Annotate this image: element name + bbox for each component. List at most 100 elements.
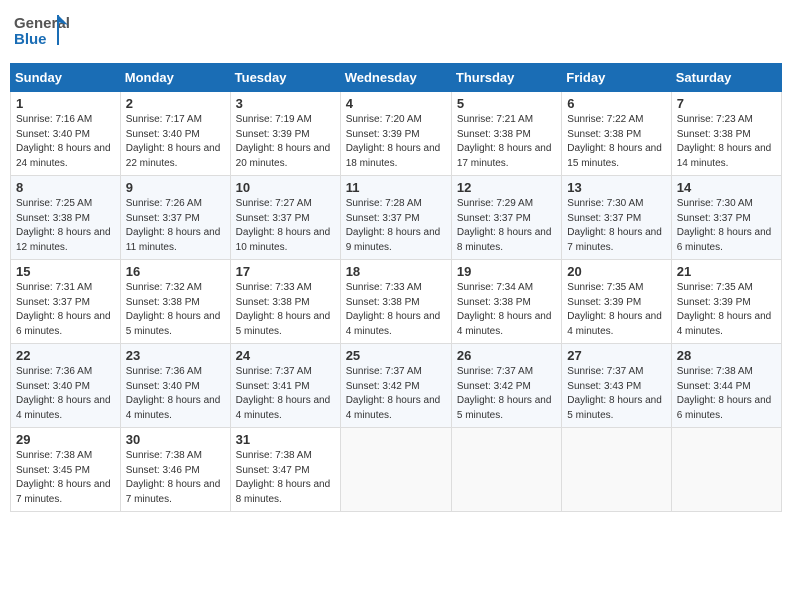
day-number: 30	[126, 432, 225, 447]
cell-info: Sunrise: 7:33 AMSunset: 3:38 PMDaylight:…	[236, 281, 335, 339]
day-number: 10	[236, 180, 335, 195]
sunrise-text: Sunrise: 7:27 AM	[236, 198, 312, 209]
calendar-header-tuesday: Tuesday	[230, 64, 340, 92]
calendar-cell: 21Sunrise: 7:35 AMSunset: 3:39 PMDayligh…	[671, 260, 781, 344]
sunset-text: Sunset: 3:39 PM	[677, 297, 751, 308]
sunrise-text: Sunrise: 7:23 AM	[677, 114, 753, 125]
sunrise-text: Sunrise: 7:20 AM	[346, 114, 422, 125]
calendar-cell: 13 Sunrise: 7:30 AMSunset: 3:37 PMDayligh…	[562, 176, 671, 260]
calendar-week-row: 15 Sunrise: 7:31 AMSunset: 3:37 PMDayligh…	[11, 260, 782, 344]
page-header: GeneralBlue	[10, 10, 782, 55]
calendar-cell: 5 Sunrise: 7:21 AMSunset: 3:38 PMDaylight…	[451, 92, 561, 176]
day-number: 7	[677, 96, 776, 111]
day-number: 9	[126, 180, 225, 195]
calendar-cell	[451, 428, 561, 512]
day-number: 12	[457, 180, 556, 195]
sunrise-text: Sunrise: 7:36 AM	[126, 366, 202, 377]
day-number: 14	[677, 180, 776, 195]
cell-info: Sunrise: 7:34 AMSunset: 3:38 PMDaylight:…	[457, 281, 556, 339]
sunrise-text: Sunrise: 7:21 AM	[457, 114, 533, 125]
day-number: 15	[16, 264, 115, 279]
sunrise-text: Sunrise: 7:38 AM	[126, 450, 202, 461]
sunrise-text: Sunrise: 7:33 AM	[346, 282, 422, 293]
cell-info: Sunrise: 7:35 AMSunset: 3:39 PMDaylight:…	[677, 281, 776, 339]
day-number: 3	[236, 96, 335, 111]
cell-info: Sunrise: 7:30 AMSunset: 3:37 PMDaylight:…	[677, 197, 776, 255]
calendar-cell: 9 Sunrise: 7:26 AMSunset: 3:37 PMDaylight…	[120, 176, 230, 260]
sunset-text: Sunset: 3:46 PM	[126, 465, 200, 476]
sunset-text: Sunset: 3:40 PM	[126, 129, 200, 140]
day-number: 18	[346, 264, 446, 279]
calendar-week-row: 22 Sunrise: 7:36 AM Sunset: 3:40 PM Dayligh…	[11, 344, 782, 428]
sunset-text: Sunset: 3:39 PM	[236, 129, 310, 140]
daylight-text: Daylight: 8 hours and 11 minutes.	[126, 227, 221, 253]
cell-info: Sunrise: 7:32 AMSunset: 3:38 PMDaylight:…	[126, 281, 225, 339]
calendar-cell: 11Sunrise: 7:28 AMSunset: 3:37 PMDayligh…	[340, 176, 451, 260]
logo: GeneralBlue	[14, 10, 69, 55]
calendar-cell: 30Sunrise: 7:38 AMSunset: 3:46 PMDayligh…	[120, 428, 230, 512]
calendar-header-wednesday: Wednesday	[340, 64, 451, 92]
sunrise-text: Sunrise: 7:33 AM	[236, 282, 312, 293]
day-number: 25	[346, 348, 446, 363]
sunset-text: Sunset: 3:40 PM	[16, 129, 90, 140]
calendar-cell: 12Sunrise: 7:29 AMSunset: 3:37 PMDayligh…	[451, 176, 561, 260]
calendar-header-friday: Friday	[562, 64, 671, 92]
daylight-text: Daylight: 8 hours and 5 minutes.	[457, 395, 552, 421]
cell-info: Sunrise: 7:37 AMSunset: 3:41 PMDaylight:…	[236, 365, 335, 423]
cell-info: Sunrise: 7:38 AMSunset: 3:46 PMDaylight:…	[126, 449, 225, 507]
calendar-week-row: 29Sunrise: 7:38 AMSunset: 3:45 PMDayligh…	[11, 428, 782, 512]
sunset-text: Sunset: 3:39 PM	[346, 129, 420, 140]
daylight-text: Daylight: 8 hours and 4 minutes.	[567, 311, 662, 337]
calendar-cell: 1Sunrise: 7:16 AMSunset: 3:40 PMDaylight…	[11, 92, 121, 176]
calendar-cell: 2Sunrise: 7:17 AMSunset: 3:40 PMDaylight…	[120, 92, 230, 176]
sunset-text: Sunset: 3:40 PM	[16, 381, 90, 392]
sunrise-text: Sunrise: 7:36 AM	[16, 366, 92, 377]
day-number: 5	[457, 96, 556, 111]
daylight-text: Daylight: 8 hours and 4 minutes.	[346, 395, 441, 421]
sunset-text: Sunset: 3:38 PM	[236, 297, 310, 308]
daylight-text: Daylight: 8 hours and 5 minutes.	[126, 311, 221, 337]
sunrise-text: Sunrise: 7:35 AM	[567, 282, 643, 293]
cell-info: Sunrise: 7:35 AM Sunset: 3:39 PM Daylight:…	[567, 281, 665, 339]
sunrise-text: Sunrise: 7:34 AM	[457, 282, 533, 293]
calendar-cell: 14 Sunrise: 7:30 AMSunset: 3:37 PMDayligh…	[671, 176, 781, 260]
daylight-text: Daylight: 8 hours and 9 minutes.	[346, 227, 441, 253]
cell-info: Sunrise: 7:37 AMSunset: 3:42 PMDaylight:…	[457, 365, 556, 423]
calendar-cell: 22Sunrise: 7:36 AMSunset: 3:40 PMDayligh…	[11, 344, 121, 428]
day-number: 22	[16, 348, 115, 363]
day-number: 8	[16, 180, 115, 195]
sunset-text: Sunset: 3:37 PM	[346, 213, 420, 224]
sunset-text: Sunset: 3:37 PM	[16, 297, 90, 308]
calendar-table: SundayMondayTuesdayWednesdayThursdayFrid…	[10, 63, 782, 512]
daylight-text: Daylight: 8 hours and 4 minutes.	[126, 395, 221, 421]
calendar-cell: 17Sunrise: 7:33 AMSunset: 3:38 PMDayligh…	[230, 260, 340, 344]
sunset-text: Sunset: 3:39 PM	[567, 297, 641, 308]
day-number: 16	[126, 264, 225, 279]
day-number: 20	[567, 264, 665, 279]
cell-info: Sunrise: 7:23 AMSunset: 3:38 PMDaylight:…	[677, 113, 776, 171]
daylight-text: Daylight: 8 hours and 14 minutes.	[677, 143, 772, 169]
sunrise-text: Sunrise: 7:38 AM	[236, 450, 312, 461]
calendar-cell: 25Sunrise: 7:37 AMSunset: 3:42 PMDayligh…	[340, 344, 451, 428]
calendar-week-row: 8 Sunrise: 7:25 AMSunset: 3:38 PMDaylight…	[11, 176, 782, 260]
cell-info: Sunrise: 7:26 AMSunset: 3:37 PMDaylight:…	[126, 197, 225, 255]
sunset-text: Sunset: 3:43 PM	[567, 381, 641, 392]
cell-info: Sunrise: 7:31 AMSunset: 3:37 PMDaylight:…	[16, 281, 115, 339]
sunset-text: Sunset: 3:42 PM	[457, 381, 531, 392]
day-number: 11	[346, 180, 446, 195]
daylight-text: Daylight: 8 hours and 15 minutes.	[567, 143, 662, 169]
calendar-cell: 31Sunrise: 7:38 AMSunset: 3:47 PMDayligh…	[230, 428, 340, 512]
cell-info: Sunrise: 7:30 AMSunset: 3:37 PMDaylight:…	[567, 197, 665, 255]
calendar-week-row: 1Sunrise: 7:16 AMSunset: 3:40 PMDaylight…	[11, 92, 782, 176]
sunset-text: Sunset: 3:47 PM	[236, 465, 310, 476]
cell-info: Sunrise: 7:25 AMSunset: 3:38 PMDaylight:…	[16, 197, 115, 255]
sunrise-text: Sunrise: 7:37 AM	[236, 366, 312, 377]
sunset-text: Sunset: 3:37 PM	[126, 213, 200, 224]
sunset-text: Sunset: 3:45 PM	[16, 465, 90, 476]
cell-info: Sunrise: 7:38 AMSunset: 3:45 PMDaylight:…	[16, 449, 115, 507]
cell-info: Sunrise: 7:21 AMSunset: 3:38 PMDaylight:…	[457, 113, 556, 171]
daylight-text: Daylight: 8 hours and 4 minutes.	[457, 311, 552, 337]
daylight-text: Daylight: 8 hours and 6 minutes.	[16, 311, 111, 337]
daylight-text: Daylight: 8 hours and 7 minutes.	[16, 479, 111, 505]
day-number: 13	[567, 180, 665, 195]
